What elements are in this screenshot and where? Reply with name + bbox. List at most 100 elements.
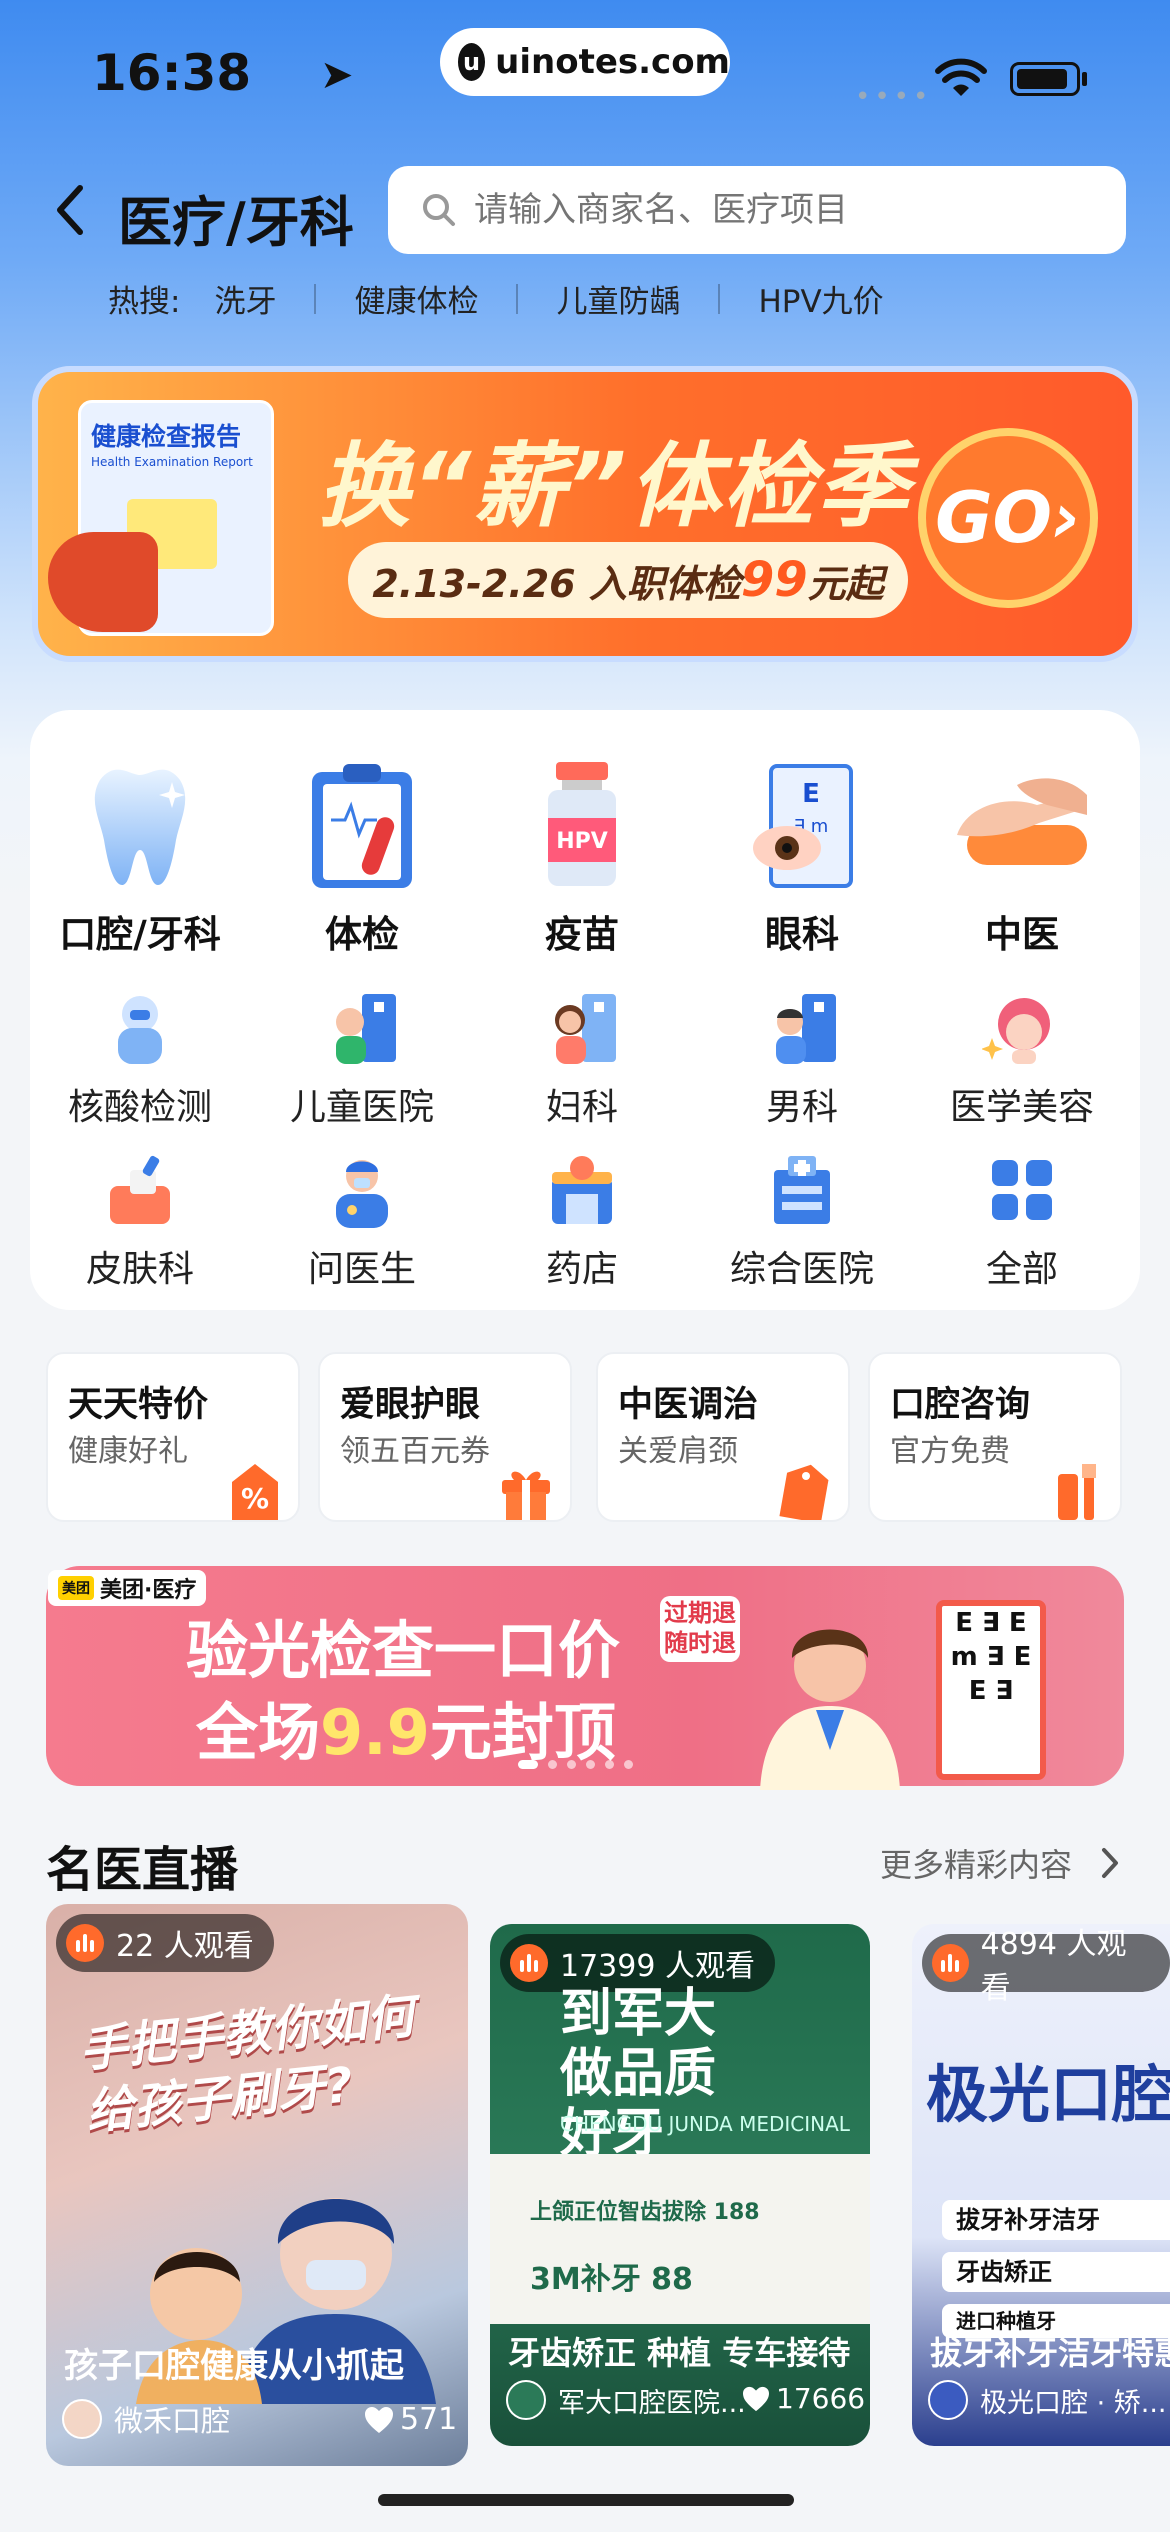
promo-daily-deal[interactable]: 天天特价 健康好礼 % bbox=[46, 1352, 300, 1522]
promo-banner[interactable]: 健康检查报告 Health Examination Report 换“薪”体检季… bbox=[32, 366, 1138, 662]
viewer-count: 22 人观看 bbox=[116, 1929, 254, 1964]
category-label: 全部 bbox=[985, 1249, 1058, 1290]
promo-eye-care[interactable]: 爱眼护眼 领五百元券 bbox=[318, 1352, 572, 1522]
category-children-hospital[interactable]: 儿童医院 bbox=[252, 988, 472, 1130]
live-bars-icon bbox=[932, 1944, 969, 1982]
category-general-hospital[interactable]: 综合医院 bbox=[692, 1150, 912, 1292]
vaccine-label: HPV bbox=[556, 829, 608, 854]
category-label: 疫苗 bbox=[545, 913, 619, 956]
ad-headline: 验光检查一口价 bbox=[186, 1614, 621, 1687]
heart-icon bbox=[365, 2406, 393, 2433]
url-pill[interactable]: u uinotes.com bbox=[440, 28, 730, 96]
viewer-count-badge: 22 人观看 bbox=[56, 1914, 274, 1972]
search-box[interactable] bbox=[388, 166, 1126, 254]
hot-search-item[interactable]: 儿童防龋 bbox=[556, 276, 680, 321]
likes-count: 571 bbox=[364, 2402, 457, 2437]
live-bars-icon bbox=[510, 1944, 548, 1982]
author-avatar bbox=[506, 2380, 546, 2420]
svg-text:%: % bbox=[241, 1482, 269, 1515]
category-checkup[interactable]: 体检 bbox=[262, 760, 462, 958]
carousel-dot bbox=[567, 1760, 576, 1769]
category-label: 问医生 bbox=[307, 1249, 416, 1290]
carousel-dot bbox=[586, 1760, 595, 1769]
category-label: 医学美容 bbox=[949, 1087, 1094, 1128]
category-dermatology[interactable]: 皮肤科 bbox=[30, 1150, 250, 1292]
category-label: 口腔/牙科 bbox=[59, 913, 221, 956]
category-gynecology[interactable]: 妇科 bbox=[472, 988, 692, 1130]
more-content-link[interactable]: 更多精彩内容 bbox=[880, 1840, 1072, 1886]
male-patient-icon bbox=[762, 988, 842, 1068]
category-label: 体检 bbox=[325, 913, 399, 956]
wifi-icon bbox=[935, 58, 987, 96]
skin-care-icon bbox=[100, 1150, 180, 1230]
promo-subtitle: 领五百元券 bbox=[340, 1434, 490, 1469]
carousel-dot bbox=[605, 1760, 614, 1769]
live-card[interactable]: 4894 人观看 极光口腔 拔牙补牙洁牙 牙齿矫正 进口种植牙 拔牙补牙洁牙特惠… bbox=[912, 1924, 1170, 2446]
banner-subtitle-text: 2.13-2.26 入职体检 bbox=[372, 561, 741, 606]
category-dental[interactable]: 口腔/牙科 bbox=[40, 760, 240, 958]
price-panel: 上颌正位智齿拔除 188 3M补牙 88 bbox=[490, 2154, 870, 2324]
category-pharmacy[interactable]: 药店 bbox=[472, 1150, 692, 1292]
toothbrush-icon bbox=[1058, 1464, 1096, 1520]
url-text: uinotes.com bbox=[495, 42, 730, 82]
live-section-title: 名医直播 bbox=[46, 1842, 239, 1898]
category-andrology[interactable]: 男科 bbox=[692, 988, 912, 1130]
category-ask-doctor[interactable]: 问医生 bbox=[252, 1150, 472, 1292]
hot-search-item[interactable]: 健康体检 bbox=[354, 276, 478, 321]
author-name: 微禾口腔 bbox=[114, 2404, 231, 2438]
pulse-hands-icon bbox=[947, 760, 1097, 890]
carousel-dot-active bbox=[518, 1760, 538, 1769]
go-button[interactable]: GO› bbox=[918, 428, 1098, 608]
promo-subtitle: 官方免费 bbox=[890, 1434, 1010, 1469]
report-subtitle: Health Examination Report bbox=[91, 455, 253, 469]
doctor-illustration-icon bbox=[760, 1629, 900, 1790]
category-vaccine[interactable]: HPV 疫苗 bbox=[482, 760, 682, 958]
hot-search-label: 热搜: bbox=[108, 284, 181, 320]
gift-icon bbox=[502, 1471, 550, 1520]
category-label: 综合医院 bbox=[729, 1249, 874, 1290]
category-ophthalmology[interactable]: E ∃ m 眼科 bbox=[702, 760, 902, 958]
price-item: 上颌正位智齿拔除 188 bbox=[530, 2200, 760, 2225]
card-sub: CHENGDU JUNDA MEDICINAL bbox=[560, 2112, 850, 2136]
banner-subtitle-suffix: 元起 bbox=[807, 561, 884, 606]
category-tcm[interactable]: 中医 bbox=[922, 760, 1122, 958]
tooth-icon bbox=[75, 760, 205, 890]
banner-title: 换“薪”体检季 bbox=[318, 433, 911, 540]
chevron-right-icon[interactable] bbox=[1098, 1846, 1122, 1880]
eye-chart-icon: E ∃ m bbox=[737, 760, 867, 890]
carousel-dot bbox=[624, 1760, 633, 1769]
promo-tcm-care[interactable]: 中医调治 关爱肩颈 bbox=[596, 1352, 850, 1522]
price-item: 3M补牙 88 bbox=[530, 2262, 693, 2297]
hot-search-row: 热搜: 洗牙 健康体检 儿童防龋 HPV九价 bbox=[108, 276, 884, 321]
author-name: 极光口腔 · 矫... bbox=[980, 2387, 1167, 2419]
viewer-count: 17399 人观看 bbox=[560, 1949, 755, 1984]
cellular-signal-icon: •••• bbox=[855, 82, 933, 112]
ad-price: 9.9 bbox=[320, 1696, 430, 1769]
author-name: 军大口腔医院... bbox=[558, 2387, 746, 2419]
author-avatar bbox=[62, 2399, 102, 2439]
live-card[interactable]: 22 人观看 手把手教你如何给孩子刷牙? 孩子口腔健康从小抓起 微禾口腔 571 bbox=[46, 1904, 468, 2466]
service-item: 牙齿矫正 bbox=[942, 2252, 1170, 2292]
back-icon[interactable] bbox=[50, 180, 90, 240]
author-avatar bbox=[928, 2380, 968, 2420]
live-card[interactable]: 17399 人观看 到军大做品质好牙 CHENGDU JUNDA MEDICIN… bbox=[490, 1924, 870, 2446]
divider bbox=[718, 283, 721, 314]
likes-value: 571 bbox=[400, 2402, 458, 2437]
promo-subtitle: 关爱肩颈 bbox=[618, 1434, 738, 1469]
category-label: 药店 bbox=[545, 1249, 618, 1290]
divider bbox=[314, 283, 317, 314]
grid-icon bbox=[982, 1150, 1062, 1230]
category-nucleic-test[interactable]: 核酸检测 bbox=[30, 988, 250, 1130]
category-label: 男科 bbox=[765, 1087, 838, 1128]
home-indicator bbox=[378, 2494, 794, 2506]
category-all[interactable]: 全部 bbox=[912, 1150, 1132, 1292]
category-aesthetics[interactable]: 医学美容 bbox=[912, 988, 1132, 1130]
banner-subtitle: 2.13-2.26 入职体检 99 元起 bbox=[348, 542, 908, 618]
promo-subtitle: 健康好礼 bbox=[68, 1434, 188, 1469]
card-author: 军大口腔医院... bbox=[506, 2380, 746, 2420]
brand-name: 美团·医疗 bbox=[100, 1578, 197, 1603]
hot-search-item[interactable]: HPV九价 bbox=[758, 276, 883, 321]
search-input[interactable] bbox=[472, 189, 1076, 231]
hot-search-item[interactable]: 洗牙 bbox=[214, 276, 276, 321]
promo-dental-consult[interactable]: 口腔咨询 官方免费 bbox=[868, 1352, 1122, 1522]
